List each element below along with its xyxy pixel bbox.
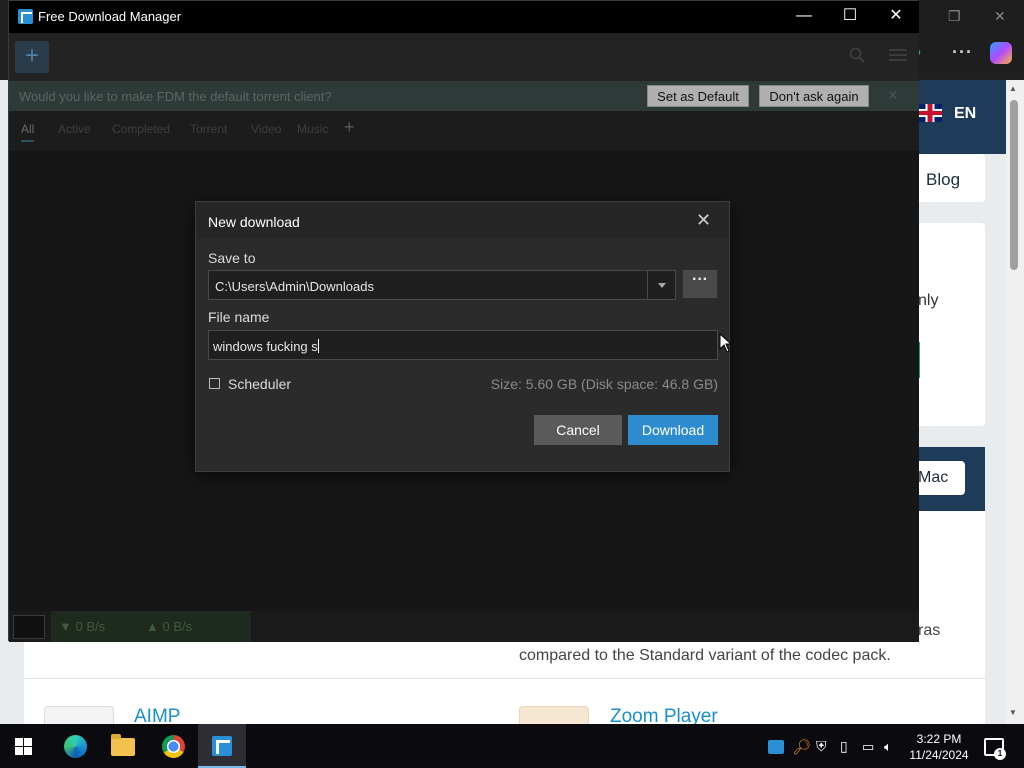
tab-torrent[interactable]: Torrent xyxy=(190,122,227,136)
dialog-close-icon[interactable]: ✕ xyxy=(696,210,711,231)
mouse-cursor-icon xyxy=(719,333,733,353)
maximize-icon[interactable]: ☐ xyxy=(827,1,873,33)
filter-tabs: All Active Completed Torrent Video Music… xyxy=(9,111,919,151)
main-toolbar: + xyxy=(9,33,919,81)
tray-fdm-icon[interactable] xyxy=(768,740,784,754)
file-name-value: windows fucking s xyxy=(213,339,319,354)
scroll-down-icon[interactable]: ▼ xyxy=(1009,708,1017,717)
banner-close-icon[interactable]: ✕ xyxy=(887,87,899,104)
system-clock[interactable]: 3:22 PM 11/24/2024 xyxy=(908,731,970,763)
divider xyxy=(24,678,985,679)
default-client-banner: Would you like to make FDM the default t… xyxy=(9,81,919,111)
status-bar: ▼ 0 B/s ▲ 0 B/s xyxy=(9,611,919,642)
banner-text: Would you like to make FDM the default t… xyxy=(19,89,332,104)
tray-volume-icon[interactable]: 🔈︎ xyxy=(884,739,900,754)
upload-speed: ▲ 0 B/s xyxy=(146,619,193,634)
close-icon[interactable]: ✕ xyxy=(873,1,919,33)
chevron-down-icon[interactable] xyxy=(647,271,676,299)
file-name-label: File name xyxy=(208,309,270,325)
paragraph-fragment: ras xyxy=(918,622,941,639)
language-selector[interactable]: EN xyxy=(954,105,976,123)
save-to-label: Save to xyxy=(208,250,256,266)
tab-music[interactable]: Music xyxy=(297,122,328,136)
aimp-thumbnail[interactable] xyxy=(44,706,114,724)
add-download-button[interactable]: + xyxy=(15,41,49,73)
tab-all[interactable]: All xyxy=(21,122,35,142)
scheduler-label[interactable]: Scheduler xyxy=(228,376,291,392)
aimp-link[interactable]: AIMP xyxy=(134,706,180,724)
browse-button[interactable]: ··· xyxy=(683,270,717,298)
dialog-header[interactable]: New download ✕ xyxy=(196,202,729,239)
tray-usb-icon[interactable]: ▯ xyxy=(840,738,856,754)
title-bar[interactable]: Free Download Manager — ☐ ✕ xyxy=(9,1,919,33)
browser-close-icon[interactable]: ✕ xyxy=(994,8,1006,25)
card-text: nly xyxy=(918,292,939,309)
taskbar-file-explorer[interactable] xyxy=(99,724,147,768)
clock-date: 11/24/2024 xyxy=(909,748,969,762)
dont-ask-button[interactable]: Don't ask again xyxy=(759,85,869,107)
zoom-player-link[interactable]: Zoom Player xyxy=(610,706,718,724)
taskbar-edge[interactable] xyxy=(51,724,99,768)
window-title: Free Download Manager xyxy=(38,9,182,24)
save-to-value: C:\Users\Admin\Downloads xyxy=(215,279,374,294)
tab-active[interactable]: Active xyxy=(58,122,91,136)
file-name-field[interactable]: windows fucking s xyxy=(208,330,718,360)
size-info: Size: 5.60 GB (Disk space: 46.8 GB) xyxy=(490,376,718,392)
tab-video[interactable]: Video xyxy=(251,122,281,136)
clock-time: 3:22 PM xyxy=(916,732,962,746)
scrollbar-thumb[interactable] xyxy=(1010,100,1018,270)
fdm-icon xyxy=(212,736,232,756)
chrome-icon xyxy=(162,735,185,758)
tray-network-icon[interactable]: ▭ xyxy=(862,739,878,754)
tray-shield-icon[interactable]: ⛨ xyxy=(816,738,832,754)
download-speed: ▼ 0 B/s xyxy=(59,619,106,634)
uk-flag-icon[interactable] xyxy=(918,104,942,122)
status-toggle[interactable] xyxy=(13,615,45,639)
paragraph-line: compared to the Standard variant of the … xyxy=(519,647,891,664)
scroll-up-icon[interactable]: ▲ xyxy=(1009,84,1017,93)
zoom-player-thumbnail[interactable] xyxy=(519,706,589,724)
folder-icon xyxy=(111,734,135,756)
notification-badge: 1 xyxy=(994,748,1006,760)
cancel-button[interactable]: Cancel xyxy=(534,415,622,445)
search-icon[interactable] xyxy=(849,47,865,63)
browser-more-icon[interactable]: ··· xyxy=(952,42,973,63)
menu-icon[interactable] xyxy=(889,47,907,63)
taskbar-chrome[interactable] xyxy=(149,724,197,768)
tab-completed[interactable]: Completed xyxy=(112,122,170,136)
save-to-field[interactable]: C:\Users\Admin\Downloads xyxy=(208,270,676,300)
new-download-dialog: New download ✕ Save to C:\Users\Admin\Do… xyxy=(195,201,730,472)
add-tab-icon[interactable]: + xyxy=(344,117,355,138)
taskbar-fdm[interactable] xyxy=(198,724,246,768)
copilot-icon[interactable] xyxy=(990,42,1012,64)
windows-icon xyxy=(15,738,32,755)
dialog-title: New download xyxy=(208,214,300,230)
scheduler-checkbox[interactable] xyxy=(209,378,220,389)
speed-panel[interactable]: ▼ 0 B/s ▲ 0 B/s xyxy=(51,611,251,642)
browser-restore-icon[interactable]: ❐ xyxy=(948,8,961,25)
minimize-icon[interactable]: — xyxy=(781,1,827,33)
tray-search-icon[interactable]: 🔎︎ xyxy=(792,738,811,756)
download-button[interactable]: Download xyxy=(628,415,718,445)
edge-icon xyxy=(64,735,87,758)
fdm-logo-icon xyxy=(18,9,33,24)
start-button[interactable] xyxy=(0,724,48,768)
set-default-button[interactable]: Set as Default xyxy=(647,85,749,107)
